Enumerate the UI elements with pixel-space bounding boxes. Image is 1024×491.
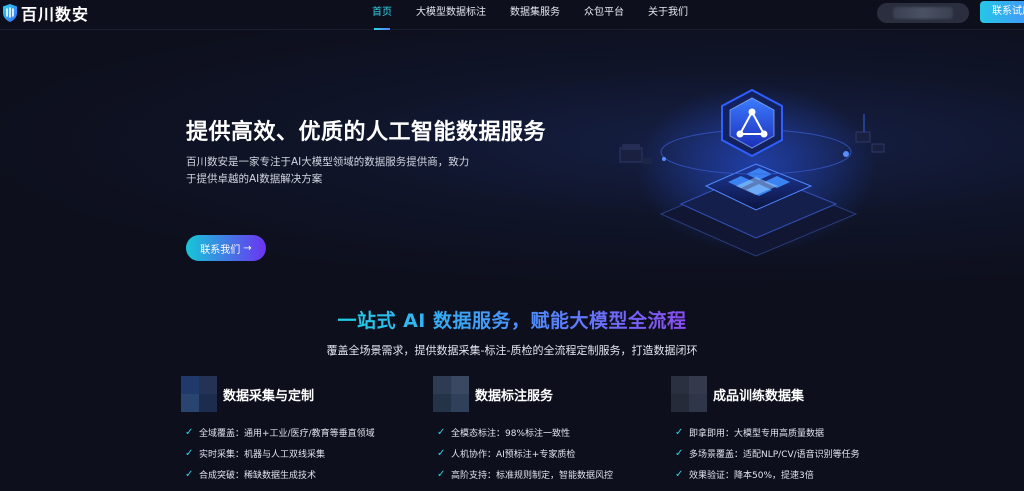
card-feature-list: ✓ 即拿即用：大模型专用高质量数据 ✓ 多场景覆盖：适配NLP/CV/语音识别等任务… bbox=[671, 422, 901, 485]
list-item: ✓ 实时采集：机器与人工双线采集 bbox=[181, 443, 411, 464]
check-icon: ✓ bbox=[675, 427, 684, 438]
top-nav: 百川数安 首页 大模型数据标注 数据集服务 众包平台 关于我们 联系试用 bbox=[0, 0, 1024, 30]
list-item: ✓ 效果验证：降本50%，提速3倍 bbox=[671, 464, 901, 485]
feature-text: 多场景覆盖：适配NLP/CV/语音识别等任务 bbox=[689, 450, 860, 460]
list-item: ✓ 合成突破：稀缺数据生成技术 bbox=[181, 464, 411, 485]
hero-illustration bbox=[619, 84, 885, 257]
nav-link-llm-annotation[interactable]: 大模型数据标注 bbox=[404, 0, 498, 30]
feature-text: 全域覆盖：通用+工业/医疗/教育等垂直领域 bbox=[199, 429, 375, 439]
nav-link-home[interactable]: 首页 bbox=[360, 0, 404, 30]
hero-description-line-2: 于提供卓越的AI数据解决方案 bbox=[186, 173, 323, 185]
list-item: ✓ 全域覆盖：通用+工业/医疗/教育等垂直领域 bbox=[181, 422, 411, 443]
nav-link-crowdsourcing[interactable]: 众包平台 bbox=[572, 0, 636, 30]
check-icon: ✓ bbox=[437, 448, 446, 459]
card-header: 数据采集与定制 bbox=[181, 376, 411, 412]
check-icon: ✓ bbox=[437, 469, 446, 480]
shield-logo-icon bbox=[3, 4, 17, 22]
feature-text: 人机协作：AI预标注+专家质检 bbox=[451, 450, 576, 460]
card-feature-list: ✓ 全模态标注：98%标注一致性 ✓ 人机协作：AI预标注+专家质检 ✓ 高阶支持：标… bbox=[433, 422, 663, 485]
contact-us-label: 联系我们 bbox=[200, 244, 241, 256]
service-card-training-datasets: 成品训练数据集 ✓ 即拿即用：大模型专用高质量数据 ✓ 多场景覆盖：适配NLP/CV… bbox=[671, 376, 901, 485]
card-header: 数据标注服务 bbox=[433, 376, 663, 412]
feature-text: 全模态标注：98%标注一致性 bbox=[451, 429, 571, 439]
list-item: ✓ 多场景覆盖：适配NLP/CV/语音识别等任务 bbox=[671, 443, 901, 464]
card-title: 数据采集与定制 bbox=[223, 388, 315, 404]
user-account-pill[interactable] bbox=[877, 3, 969, 23]
user-name-redacted bbox=[893, 7, 953, 19]
brand-name: 百川数安 bbox=[21, 5, 90, 24]
feature-text: 效果验证：降本50%，提速3倍 bbox=[689, 471, 814, 481]
section-title-text: 一站式 AI 数据服务，赋能大模型全流程 bbox=[337, 310, 687, 332]
brand-logo[interactable]: 百川数安 bbox=[2, 2, 89, 24]
check-icon: ✓ bbox=[675, 469, 684, 480]
feature-text: 合成突破：稀缺数据生成技术 bbox=[199, 471, 317, 481]
training-dataset-icon bbox=[671, 376, 707, 412]
card-title: 成品训练数据集 bbox=[713, 388, 805, 404]
feature-text: 高阶支持：标准规则制定，智能数据风控 bbox=[451, 471, 614, 481]
nav-link-dataset-service[interactable]: 数据集服务 bbox=[498, 0, 572, 30]
service-card-data-collection: 数据采集与定制 ✓ 全域覆盖：通用+工业/医疗/教育等垂直领域 ✓ 实时采集：机器与… bbox=[181, 376, 411, 485]
contact-trial-button[interactable]: 联系试用 bbox=[980, 1, 1024, 23]
nav-links: 首页 大模型数据标注 数据集服务 众包平台 关于我们 bbox=[360, 0, 700, 30]
contact-us-button[interactable]: 联系我们 → bbox=[186, 235, 266, 261]
check-icon: ✓ bbox=[185, 448, 194, 459]
list-item: ✓ 高阶支持：标准规则制定，智能数据风控 bbox=[433, 464, 663, 485]
section-title: 一站式 AI 数据服务，赋能大模型全流程 bbox=[0, 306, 1024, 333]
service-card-data-annotation: 数据标注服务 ✓ 全模态标注：98%标注一致性 ✓ 人机协作：AI预标注+专家质检 … bbox=[433, 376, 663, 485]
list-item: ✓ 人机协作：AI预标注+专家质检 bbox=[433, 443, 663, 464]
section-subtitle: 覆盖全场景需求，提供数据采集-标注-质检的全流程定制服务，打造数据闭环 bbox=[326, 344, 698, 357]
arrow-right-icon: → bbox=[243, 242, 252, 254]
check-icon: ✓ bbox=[675, 448, 684, 459]
check-icon: ✓ bbox=[185, 469, 194, 480]
hero-title: 提供高效、优质的人工智能数据服务 bbox=[186, 120, 547, 145]
nav-link-about[interactable]: 关于我们 bbox=[636, 0, 700, 30]
list-item: ✓ 全模态标注：98%标注一致性 bbox=[433, 422, 663, 443]
card-feature-list: ✓ 全域覆盖：通用+工业/医疗/教育等垂直领域 ✓ 实时采集：机器与人工双线采集 ✓… bbox=[181, 422, 411, 485]
data-collection-icon bbox=[181, 376, 217, 412]
feature-text: 即拿即用：大模型专用高质量数据 bbox=[689, 429, 825, 439]
feature-text: 实时采集：机器与人工双线采集 bbox=[199, 450, 326, 460]
hero-description-line-1: 百川数安是一家专注于AI大模型领域的数据服务提供商，致力 bbox=[186, 156, 470, 168]
hero-description: 百川数安是一家专注于AI大模型领域的数据服务提供商，致力 于提供卓越的AI数据解… bbox=[186, 154, 506, 188]
card-header: 成品训练数据集 bbox=[671, 376, 901, 412]
card-title: 数据标注服务 bbox=[475, 388, 554, 404]
check-icon: ✓ bbox=[437, 427, 446, 438]
check-icon: ✓ bbox=[185, 427, 194, 438]
data-annotation-icon bbox=[433, 376, 469, 412]
list-item: ✓ 即拿即用：大模型专用高质量数据 bbox=[671, 422, 901, 443]
